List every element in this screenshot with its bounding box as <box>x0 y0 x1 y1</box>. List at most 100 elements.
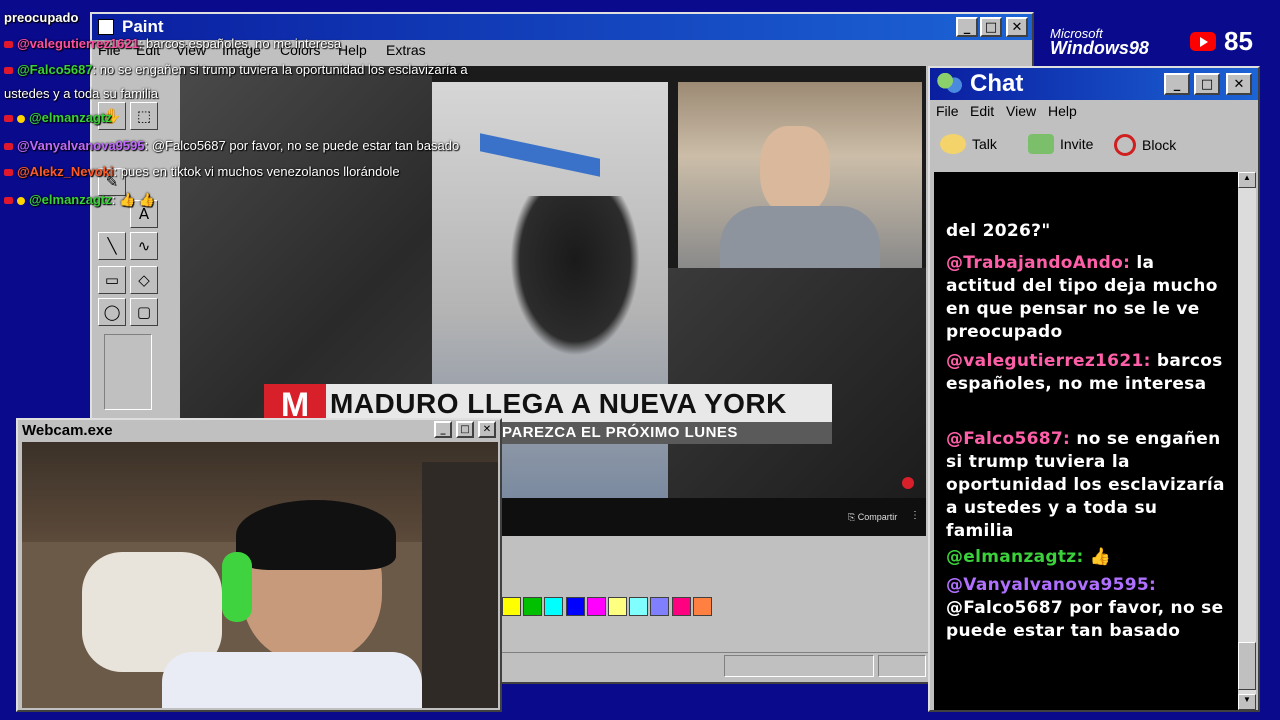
chat-people-icon <box>936 73 962 95</box>
overlay-chat-line: @Alekz_Nevoki: pues en tiktok vi muchos … <box>4 164 400 179</box>
block-button[interactable]: Block <box>1114 134 1176 156</box>
invite-button[interactable]: Invite <box>1028 134 1093 154</box>
news-subline: PAREZCA EL PRÓXIMO LUNES <box>502 424 738 441</box>
block-label: Block <box>1142 137 1177 153</box>
talk-label: Talk <box>972 136 997 152</box>
video-right-blur <box>668 268 926 498</box>
chat-menu-file[interactable]: File <box>936 103 959 119</box>
more-options-icon[interactable]: ⋮ <box>910 510 920 521</box>
overlay-chat-text: : 👍 👍 <box>111 192 155 207</box>
talk-button[interactable]: Talk <box>940 134 997 154</box>
overlay-top-line: preocupado <box>4 10 79 25</box>
overlay-chat-line: @valegutierrez1621: barcos españoles, no… <box>4 36 341 51</box>
chat-minimize-button[interactable]: _ <box>1164 73 1190 95</box>
overlay-chat-user: @Alekz_Nevoki <box>17 164 114 179</box>
ellipse-tool-icon[interactable]: ◯ <box>98 298 126 326</box>
webcam-titlebar[interactable]: Webcam.exe _ □ ✕ <box>18 420 500 440</box>
rectangle-tool-icon[interactable]: ▭ <box>98 266 126 294</box>
palette-color-swatch[interactable] <box>671 597 691 616</box>
close-button[interactable]: ✕ <box>1006 17 1028 37</box>
youtube-badge-icon <box>4 197 13 205</box>
chat-messages: del 2026?" @TrabajandoAndo: la actitud de… <box>934 172 1242 710</box>
overlay-chat-line: @Vanyalvanova9595: @Falco5687 por favor,… <box>4 138 459 153</box>
chat-message-text: del 2026?" <box>946 221 1051 241</box>
youtube-badge-icon <box>4 41 13 49</box>
windows98-label: Windows98 <box>1050 38 1149 58</box>
paint-statusbar <box>500 652 928 678</box>
palette-color-swatch[interactable] <box>502 597 521 616</box>
youtube-badge-icon <box>4 115 13 123</box>
polygon-tool-icon[interactable]: ◇ <box>130 266 158 294</box>
chat-menu-edit[interactable]: Edit <box>970 103 994 119</box>
scroll-up-icon[interactable]: ▲ <box>1238 172 1256 188</box>
line-tool-icon[interactable]: ╲ <box>98 232 126 260</box>
overlay-chat-line: @elmanzagtz: 👍 👍 <box>4 192 155 208</box>
invite-icon <box>1028 134 1054 154</box>
chat-message-user: @TrabajandoAndo: <box>946 253 1137 273</box>
overlay-chat-text: : @Falco5687 por favor, no se puede esta… <box>144 138 460 153</box>
channel-badge-icon <box>902 477 914 489</box>
viewer-count-value: 85 <box>1224 26 1253 56</box>
paint-title: Paint <box>122 17 164 36</box>
webcam-title: Webcam.exe <box>22 421 113 439</box>
windows98-logo: Microsoft Windows98 <box>1050 26 1149 59</box>
chat-maximize-button[interactable]: □ <box>1194 73 1220 95</box>
overlay-chat-line: ustedes y a toda su familia <box>4 86 158 101</box>
overlay-chat-text: : barcos españoles, no me interesa <box>138 36 342 51</box>
chat-message-user: @Falco5687: <box>946 429 1077 449</box>
palette-color-swatch[interactable] <box>650 597 670 616</box>
overlay-chat-user: @Falco5687 <box>17 62 93 77</box>
webcam-minimize-button[interactable]: _ <box>434 421 452 438</box>
tool-options-box <box>104 334 152 410</box>
overlay-chat-user: @elmanzagtz <box>29 110 112 125</box>
cam-shelf-right <box>422 462 498 708</box>
chat-titlebar[interactable]: Chat _ □ ✕ <box>930 68 1258 100</box>
minimize-button[interactable]: _ <box>956 17 978 37</box>
cam-shirt <box>162 652 422 708</box>
chat-title: Chat <box>970 70 1024 97</box>
chat-message-user: @VanyaIvanova9595: <box>946 575 1157 595</box>
palette-color-swatch[interactable] <box>523 597 543 616</box>
menu-help[interactable]: Help <box>338 42 367 58</box>
palette-color-swatch[interactable] <box>692 597 712 616</box>
curve-tool-icon[interactable]: ∿ <box>130 232 158 260</box>
chat-message-text: @Falco5687 por favor, no se puede estar … <box>946 598 1224 641</box>
chat-message: @VanyaIvanova9595: @Falco5687 por favor,… <box>946 574 1230 643</box>
palette-color-swatch[interactable] <box>608 597 627 616</box>
chat-message: del 2026?" <box>946 220 1230 243</box>
overlay-chat-text: : pues en tiktok vi muchos venezolanos l… <box>113 164 400 179</box>
chat-scrollbar[interactable]: ▲ ▼ <box>1238 172 1256 710</box>
status-cell-1 <box>724 655 874 677</box>
chat-menu-view[interactable]: View <box>1006 103 1036 119</box>
menu-extras[interactable]: Extras <box>386 42 426 58</box>
overlay-chat-text: : no se engañen si trump tuviera la opor… <box>92 62 468 77</box>
youtube-icon <box>1190 32 1216 51</box>
webcam-window: Webcam.exe _ □ ✕ <box>16 418 502 712</box>
palette-color-swatch[interactable] <box>629 597 649 616</box>
webcam-maximize-button[interactable]: □ <box>456 421 474 438</box>
webcam-feed <box>22 442 498 708</box>
overlay-chat-user: @valegutierrez1621 <box>17 36 139 51</box>
chat-message: @TrabajandoAndo: la actitud del tipo dej… <box>946 252 1230 344</box>
chat-message: @Falco5687: no se engañen si trump tuvie… <box>946 428 1230 543</box>
overlay-chat-user: @elmanzagtz <box>29 192 112 207</box>
maximize-button[interactable]: □ <box>980 17 1002 37</box>
streamer-hoodie <box>720 206 880 270</box>
scroll-down-icon[interactable]: ▼ <box>1238 694 1256 710</box>
palette-color-swatch[interactable] <box>586 597 606 616</box>
share-button[interactable]: ⎘ Compartir <box>848 512 897 523</box>
youtube-badge-icon <box>4 143 13 151</box>
overlay-chat-line: @Falco5687: no se engañen si trump tuvie… <box>4 62 468 77</box>
webcam-close-button[interactable]: ✕ <box>478 421 496 438</box>
chat-close-button[interactable]: ✕ <box>1226 73 1252 95</box>
invite-label: Invite <box>1060 136 1094 152</box>
status-cell-2 <box>878 655 926 677</box>
palette-color-swatch[interactable] <box>565 597 585 616</box>
chat-menu-help[interactable]: Help <box>1048 103 1077 119</box>
cam-headset <box>222 552 252 622</box>
rounded-rect-tool-icon[interactable]: ▢ <box>130 298 158 326</box>
scroll-thumb[interactable] <box>1238 642 1256 690</box>
palette-color-swatch[interactable] <box>544 597 564 616</box>
youtube-badge-icon <box>4 67 13 75</box>
select-tool-icon[interactable]: ⬚ <box>130 102 158 130</box>
